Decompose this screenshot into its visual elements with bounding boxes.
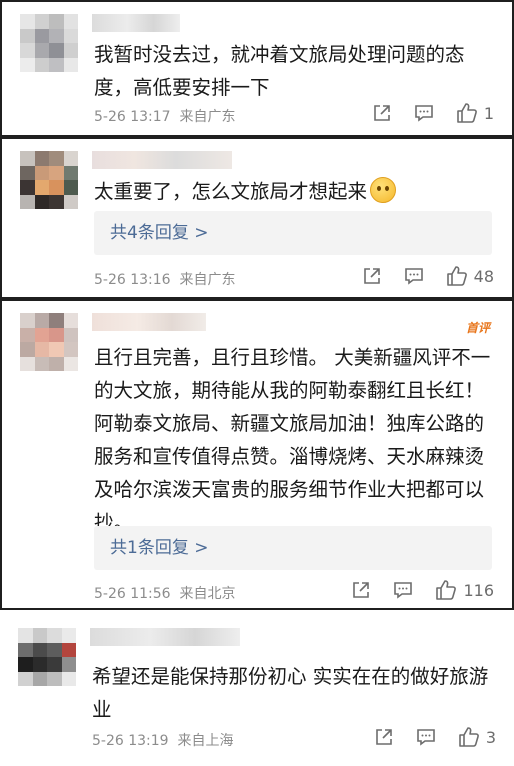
comment-meta: 5-26 13:19 来自上海 — [92, 730, 233, 750]
replies-link[interactable]: 共1条回复 > — [94, 526, 492, 570]
share-icon — [353, 582, 370, 598]
avatar[interactable] — [20, 151, 78, 209]
comment-card: 希望还是能保持那份初心 实实在在的做好旅游业 5-26 13:19 来自上海 3 — [0, 610, 514, 766]
avatar[interactable] — [18, 628, 76, 686]
like-button[interactable]: 116 — [435, 579, 494, 601]
first-comment-badge: 首评 — [465, 321, 490, 335]
like-count: 3 — [485, 727, 496, 747]
thumbs-up-icon — [459, 727, 479, 747]
comment-meta: 5-26 13:17 来自广东 — [94, 106, 235, 126]
share-button[interactable] — [362, 266, 382, 286]
comment-actions: 48 — [340, 265, 494, 287]
comment-time: 5-26 11:56 — [94, 586, 171, 602]
comment-time: 5-26 13:16 — [94, 272, 171, 288]
comment-text: 希望还是能保持那份初心 实实在在的做好旅游业 — [92, 665, 489, 721]
share-button[interactable] — [372, 103, 392, 123]
like-count: 48 — [473, 266, 494, 286]
like-count: 1 — [483, 103, 494, 123]
comment-actions: 1 — [350, 102, 494, 124]
like-button[interactable]: 3 — [458, 726, 496, 748]
like-button[interactable]: 48 — [446, 265, 494, 287]
comment-text: 太重要了，怎么文旅局才想起来 — [94, 175, 492, 208]
share-icon — [363, 268, 380, 284]
comment-card: 太重要了，怎么文旅局才想起来 共4条回复 > 5-26 13:16 来自广东 4… — [0, 137, 514, 299]
comment-meta: 5-26 13:16 来自广东 — [94, 269, 235, 289]
comment-icon — [415, 105, 433, 122]
like-count: 116 — [463, 580, 494, 600]
comment-icon — [417, 729, 435, 746]
comment-button[interactable] — [416, 727, 436, 747]
comment-card: 首评 且行且完善，且行且珍惜。 大美新疆风评不一的大文旅，期待能从我的阿勒泰翻红… — [0, 299, 514, 610]
smiling-face-emoji-icon — [370, 177, 397, 203]
avatar[interactable] — [20, 313, 78, 371]
comment-button[interactable] — [404, 266, 424, 286]
username-blurred[interactable] — [92, 313, 206, 331]
comment-card: 我暂时没去过，就冲着文旅局处理问题的态度，高低要安排一下 5-26 13:17 … — [0, 0, 514, 137]
comment-text: 我暂时没去过，就冲着文旅局处理问题的态度，高低要安排一下 — [94, 43, 465, 99]
comment-location: 来自北京 — [179, 586, 236, 602]
thumbs-up-icon — [446, 266, 467, 286]
share-button[interactable] — [374, 727, 394, 747]
comment-time: 5-26 13:17 — [94, 109, 171, 125]
comment-button[interactable] — [414, 103, 434, 123]
share-button[interactable] — [351, 580, 371, 600]
comment-location: 来自广东 — [179, 109, 236, 125]
username-blurred[interactable] — [92, 14, 180, 32]
replies-link[interactable]: 共4条回复 > — [94, 211, 492, 255]
avatar[interactable] — [20, 14, 78, 72]
thumbs-up-icon — [457, 103, 477, 123]
share-icon — [376, 729, 392, 745]
comment-location: 来自上海 — [177, 733, 234, 749]
comment-actions: 116 — [329, 579, 494, 601]
comment-time: 5-26 13:19 — [92, 733, 169, 749]
comment-icon — [394, 582, 413, 599]
share-icon — [374, 105, 390, 121]
username-blurred[interactable] — [92, 151, 232, 169]
comment-meta: 5-26 11:56 来自北京 — [94, 583, 235, 603]
comment-button[interactable] — [393, 580, 413, 600]
thumbs-up-icon — [436, 580, 457, 600]
comment-text: 且行且完善，且行且珍惜。 大美新疆风评不一的大文旅，期待能从我的阿勒泰翻红且长红… — [94, 346, 491, 534]
like-button[interactable]: 1 — [456, 102, 494, 124]
comment-location: 来自广东 — [179, 272, 236, 288]
comment-icon — [404, 268, 423, 285]
username-blurred[interactable] — [90, 628, 240, 646]
comment-actions: 3 — [352, 726, 496, 748]
comment-text-content: 太重要了，怎么文旅局才想起来 — [94, 180, 368, 203]
